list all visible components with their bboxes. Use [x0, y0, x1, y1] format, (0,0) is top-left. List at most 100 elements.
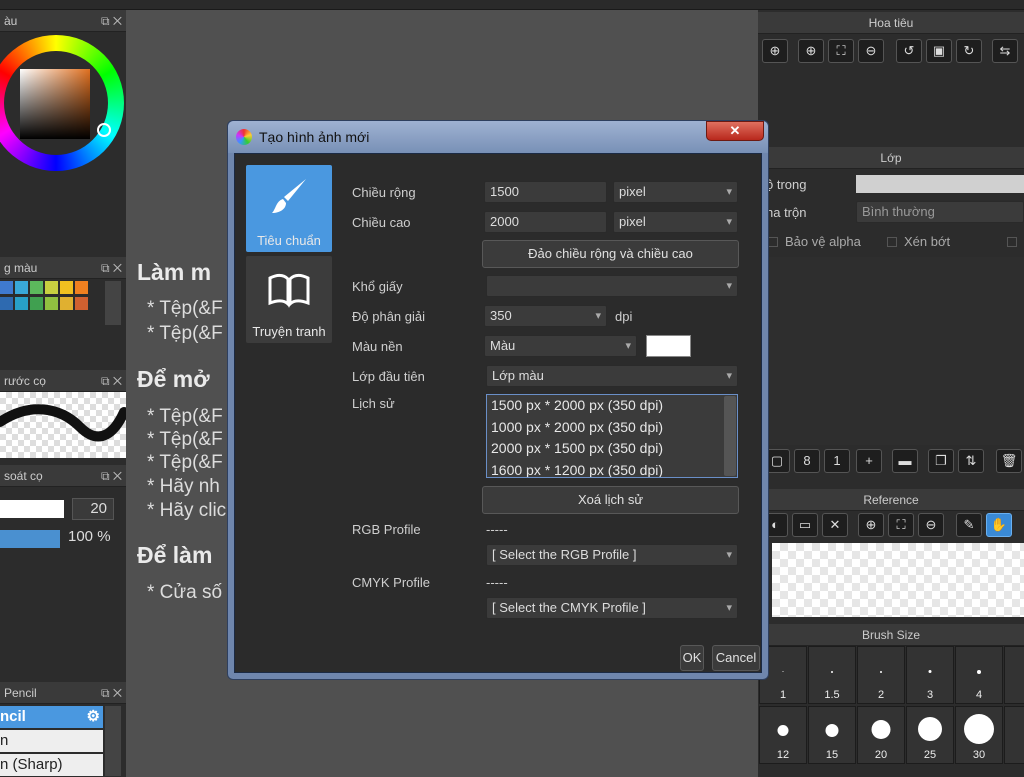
zoom-in-icon[interactable]: ⊕	[858, 513, 884, 537]
reset-rotation-icon[interactable]: ▣	[926, 39, 952, 63]
background-color-swatch[interactable]	[646, 335, 691, 357]
cancel-button[interactable]: Cancel	[712, 645, 760, 671]
blend-mode-select[interactable]: Bình thường	[856, 201, 1024, 223]
rgb-profile-select[interactable]: [ Select the RGB Profile ]	[486, 544, 738, 566]
brush-list-panel: Pencil ⧉ ✕ ncil ⚙ n n (Sharp)	[0, 682, 126, 777]
history-scrollbar[interactable]	[724, 396, 736, 476]
swatch-scrollbar[interactable]	[105, 281, 121, 325]
clipping-checkbox[interactable]	[887, 237, 897, 247]
close-button[interactable]: ✕	[706, 121, 764, 141]
swap-dimensions-button[interactable]: Đảo chiều rộng và chiều cao	[482, 240, 739, 268]
history-list[interactable]: 1500 px * 2000 px (350 dpi) 1000 px * 20…	[486, 394, 738, 478]
brush-size-label: 4	[975, 689, 983, 701]
paper-size-select[interactable]	[486, 275, 738, 297]
category-label: Truyện tranh	[252, 324, 326, 339]
dialog-titlebar[interactable]: Tạo hình ảnh mới ✕	[228, 121, 768, 153]
rotate-left-icon[interactable]: ↺	[896, 39, 922, 63]
panel-controls-icon[interactable]: ⧉ ✕	[101, 682, 122, 704]
brush-size-slider[interactable]	[0, 500, 64, 518]
swatch[interactable]	[60, 297, 73, 310]
zoom-in-icon[interactable]: ⊕	[798, 39, 824, 63]
swatch[interactable]	[60, 281, 73, 294]
brush-size-preset[interactable]: 3	[906, 646, 954, 704]
reference-canvas[interactable]	[772, 543, 1024, 617]
panel-controls-icon[interactable]: ⧉ ✕	[101, 10, 122, 32]
brush-list-item[interactable]: n	[0, 730, 103, 752]
new-1bit-layer-icon[interactable]: 1	[824, 449, 850, 473]
lock-checkbox[interactable]	[1007, 237, 1017, 247]
flip-icon[interactable]: ⇆	[992, 39, 1018, 63]
open-folder-icon[interactable]: ▭	[792, 513, 818, 537]
blend-mode-label: ha trộn	[766, 205, 807, 220]
cmyk-profile-select[interactable]: [ Select the CMYK Profile ]	[486, 597, 738, 619]
brush-size-preset[interactable]	[1004, 706, 1024, 764]
panel-controls-icon[interactable]: ⧉ ✕	[101, 370, 122, 392]
brush-size-preset[interactable]: 15	[808, 706, 856, 764]
width-unit-select[interactable]: pixel	[613, 181, 738, 203]
new-vector-layer-icon[interactable]: 8	[794, 449, 820, 473]
merge-icon[interactable]: ⇅	[958, 449, 984, 473]
hand-icon[interactable]: ✋	[986, 513, 1012, 537]
layer-opacity-slider[interactable]	[856, 175, 1024, 193]
zoom-out-icon[interactable]: ⊖	[858, 39, 884, 63]
swatch[interactable]	[75, 281, 88, 294]
swatch[interactable]	[45, 297, 58, 310]
brush-size-value[interactable]: 20	[72, 498, 114, 520]
history-item[interactable]: 1000 px * 2000 px (350 dpi)	[487, 417, 737, 439]
brush-size-preset[interactable]: 4	[955, 646, 1003, 704]
brush-size-preset[interactable]	[1004, 646, 1024, 704]
close-icon[interactable]: ✕	[822, 513, 848, 537]
clear-history-button[interactable]: Xoá lịch sử	[482, 486, 739, 514]
brush-size-preset[interactable]: 25	[906, 706, 954, 764]
brush-list-item[interactable]: n (Sharp)	[0, 754, 103, 776]
ok-button[interactable]: OK	[680, 645, 704, 671]
zoom-actual-icon[interactable]: ⊕	[762, 39, 788, 63]
trash-icon[interactable]: 🗑	[996, 449, 1022, 473]
brush-list-scrollbar[interactable]	[105, 706, 121, 776]
brush-size-preset[interactable]: 2	[857, 646, 905, 704]
panel-title: rước cọ	[4, 374, 46, 388]
gear-icon[interactable]: ⚙	[87, 706, 100, 728]
history-item[interactable]: 1500 px * 2000 px (350 dpi)	[487, 395, 737, 417]
swatch[interactable]	[15, 281, 28, 294]
brush-list-item-selected[interactable]: ncil ⚙	[0, 706, 103, 728]
brush-size-preset[interactable]: 20	[857, 706, 905, 764]
add-layer-menu-icon[interactable]: +	[856, 449, 882, 473]
category-standard[interactable]: Tiêu chuẩn	[246, 165, 332, 252]
height-input[interactable]: 2000	[484, 211, 607, 233]
history-item[interactable]: 1600 px * 1200 px (350 dpi)	[487, 460, 737, 478]
swatch[interactable]	[0, 281, 13, 294]
brush-size-preset[interactable]: 1.5	[808, 646, 856, 704]
swatch[interactable]	[75, 297, 88, 310]
protect-alpha-checkbox[interactable]	[768, 237, 778, 247]
height-unit-select[interactable]: pixel	[613, 211, 738, 233]
width-input[interactable]: 1500	[484, 181, 607, 203]
history-item[interactable]: 2000 px * 1500 px (350 dpi)	[487, 438, 737, 460]
brush-size-preset[interactable]: 12	[759, 706, 807, 764]
brush-size-preset[interactable]: 30	[955, 706, 1003, 764]
swatch[interactable]	[0, 297, 13, 310]
zoom-out-icon[interactable]: ⊖	[918, 513, 944, 537]
fit-icon[interactable]: ⛶	[828, 39, 854, 63]
resolution-select[interactable]: 350	[484, 305, 607, 327]
color-square[interactable]	[20, 69, 90, 139]
swatch[interactable]	[30, 297, 43, 310]
folder-icon[interactable]: ▬	[892, 449, 918, 473]
eyedropper-icon[interactable]: ✎	[956, 513, 982, 537]
first-layer-select[interactable]: Lớp màu	[486, 365, 738, 387]
category-comic[interactable]: Truyện tranh	[246, 256, 332, 343]
panel-controls-icon[interactable]: ⧉ ✕	[101, 257, 122, 279]
rotate-right-icon[interactable]: ↻	[956, 39, 982, 63]
background-select[interactable]: Màu	[484, 335, 637, 357]
swatch[interactable]	[30, 281, 43, 294]
hue-handle[interactable]	[97, 123, 111, 137]
brush-control-panel: soát cọ ⧉ ✕ 20 100 %	[0, 465, 126, 555]
fit-icon[interactable]: ⛶	[888, 513, 914, 537]
duplicate-icon[interactable]: ❐	[928, 449, 954, 473]
swatch[interactable]	[15, 297, 28, 310]
panel-controls-icon[interactable]: ⧉ ✕	[101, 465, 122, 487]
brush-size-label: 3	[926, 689, 934, 701]
opacity-slider[interactable]	[0, 530, 60, 548]
swatch[interactable]	[45, 281, 58, 294]
protect-alpha-label: Bảo vệ alpha	[785, 234, 861, 249]
